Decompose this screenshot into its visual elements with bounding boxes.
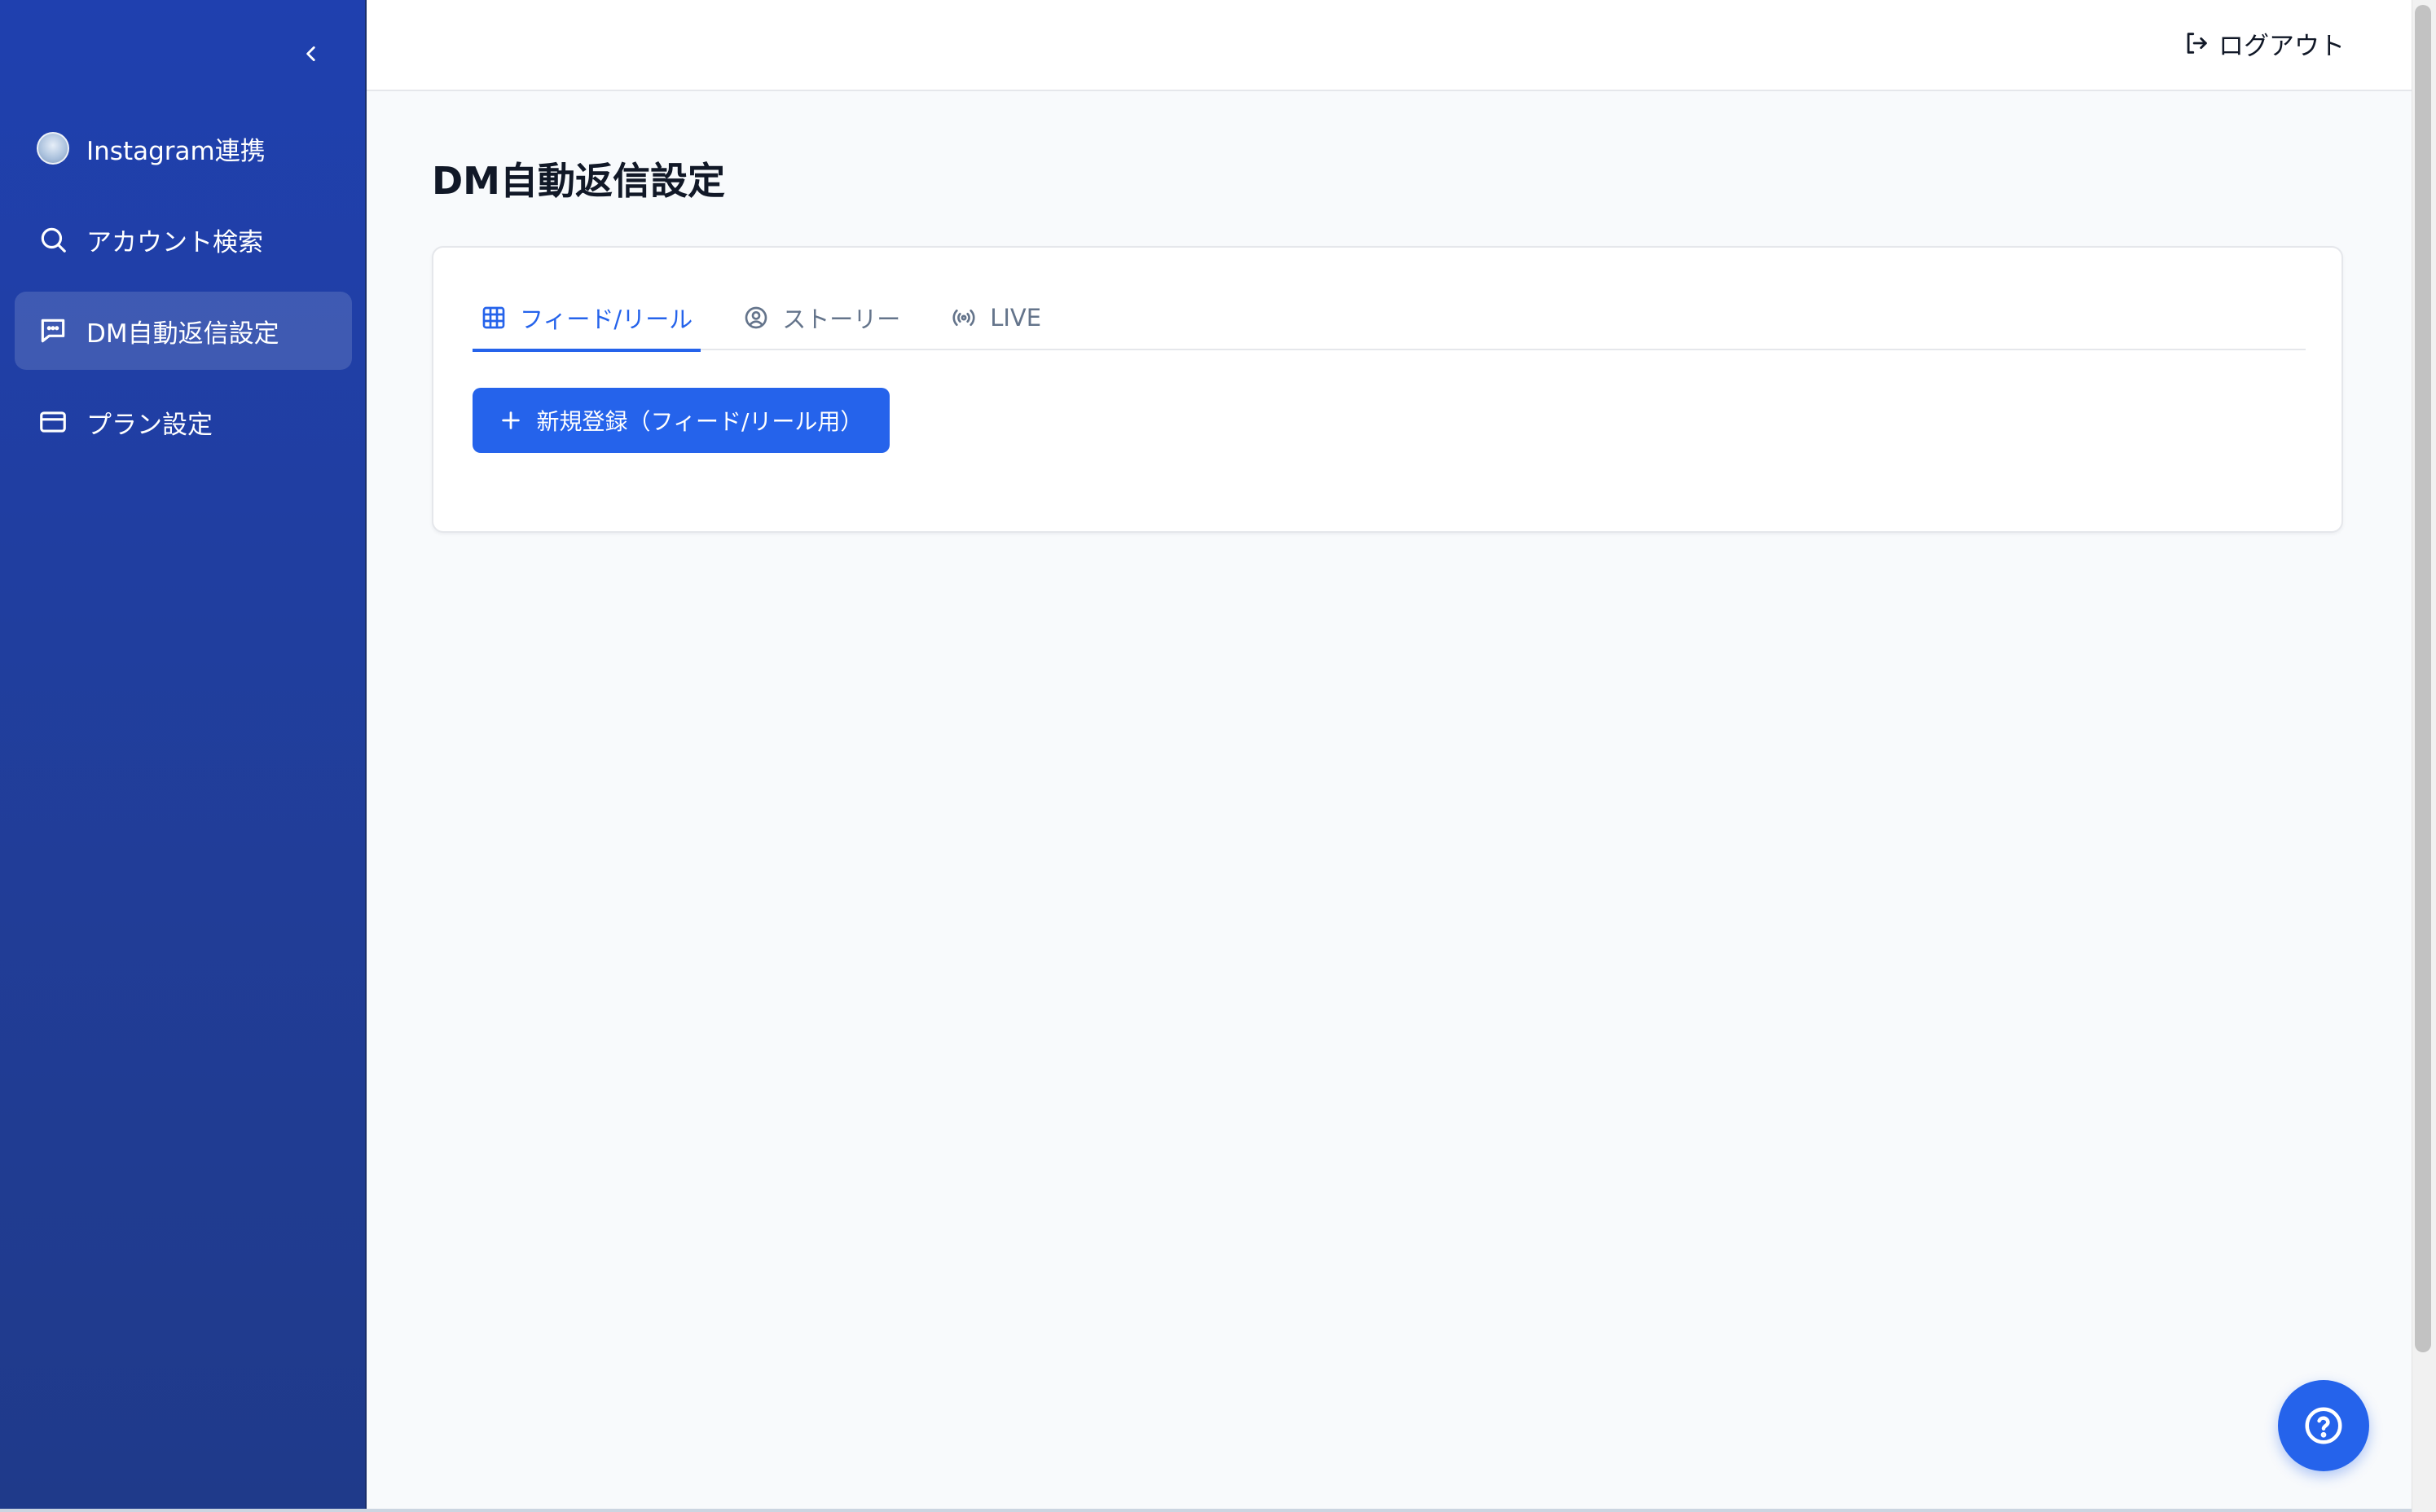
sidebar-nav: Instagram連携 アカウント検索 DM自動返信設定 プラン設定 bbox=[15, 109, 352, 474]
window-bottom-edge bbox=[0, 1509, 2412, 1512]
collapse-sidebar-button[interactable] bbox=[293, 36, 329, 72]
search-icon bbox=[36, 222, 70, 257]
app: Instagram連携 アカウント検索 DM自動返信設定 プラン設定 ログアウト… bbox=[0, 0, 2436, 1512]
sidebar-item-label: アカウント検索 bbox=[86, 227, 263, 257]
new-registration-button[interactable]: 新規登録（フィード/リール用） bbox=[473, 388, 890, 453]
user-circle-icon bbox=[745, 306, 767, 329]
scrollbar-thumb[interactable] bbox=[2415, 5, 2431, 1352]
logout-label: ログアウト bbox=[2218, 31, 2345, 61]
sidebar-item-label: プラン設定 bbox=[86, 410, 213, 440]
tab-label: フィード/リール bbox=[520, 305, 693, 333]
sidebar-item-label: DM自動返信設定 bbox=[86, 319, 279, 349]
logout-button[interactable]: ログアウト bbox=[2183, 23, 2345, 64]
credit-card-icon bbox=[36, 405, 70, 439]
tab-label: ストーリー bbox=[782, 305, 901, 333]
chevron-left-icon bbox=[306, 46, 315, 61]
sidebar-item-plan[interactable]: プラン設定 bbox=[15, 383, 352, 461]
sidebar-item-dm-autoreply[interactable]: DM自動返信設定 bbox=[15, 292, 352, 370]
tab-story[interactable]: ストーリー bbox=[735, 285, 908, 350]
plus-icon bbox=[501, 411, 520, 429]
help-button[interactable] bbox=[2278, 1380, 2369, 1471]
sidebar-item-account-search[interactable]: アカウント検索 bbox=[15, 200, 352, 279]
page-title: DM自動返信設定 bbox=[432, 159, 725, 203]
instagram-avatar-icon bbox=[36, 131, 70, 165]
message-icon bbox=[36, 314, 70, 348]
sidebar-item-label: Instagram連携 bbox=[86, 136, 266, 166]
logout-icon bbox=[2187, 33, 2207, 54]
sidebar: Instagram連携 アカウント検索 DM自動返信設定 プラン設定 bbox=[0, 0, 367, 1512]
tab-bar: フィード/リール ストーリー LIVE bbox=[473, 285, 2306, 352]
autoreply-card: フィード/リール ストーリー LIVE 新規登録（フィード/リール用） bbox=[432, 246, 2343, 533]
grid-icon bbox=[482, 306, 505, 329]
help-circle-icon bbox=[2305, 1407, 2342, 1444]
new-registration-label: 新規登録（フィード/リール用） bbox=[536, 408, 864, 435]
tab-live[interactable]: LIVE bbox=[943, 285, 1049, 350]
broadcast-icon bbox=[952, 310, 975, 326]
tab-feed-reel[interactable]: フィード/リール bbox=[473, 285, 701, 352]
top-header: ログアウト bbox=[367, 0, 2412, 91]
tab-label: LIVE bbox=[990, 304, 1042, 332]
sidebar-item-instagram[interactable]: Instagram連携 bbox=[15, 109, 352, 187]
